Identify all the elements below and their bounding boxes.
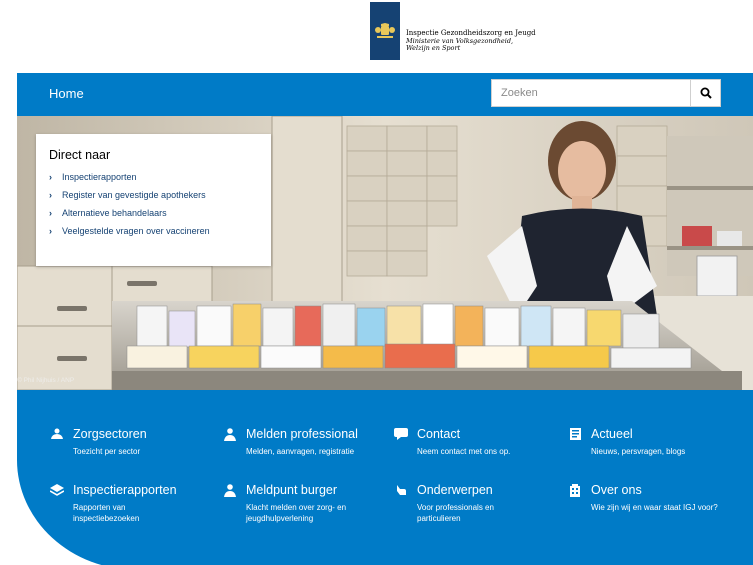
direct-naar-panel: Direct naar › Inspectierapporten › Regis… [36, 134, 271, 266]
tile-title: Zorgsectoren [73, 427, 147, 441]
layers-icon [49, 482, 65, 498]
direct-naar-list: › Inspectierapporten › Register van geve… [49, 172, 258, 236]
direct-link-veelgestelde-vragen[interactable]: › Veelgestelde vragen over vaccineren [49, 226, 258, 236]
tile-subtitle: Toezicht per sector [73, 447, 141, 456]
person-icon [222, 482, 238, 498]
hero-image: Direct naar › Inspectierapporten › Regis… [17, 116, 753, 390]
tile-over-ons[interactable]: Over ons Wie zijn wij en waar staat IGJ … [567, 482, 721, 514]
direct-link-label: Veelgestelde vragen over vaccineren [62, 226, 210, 236]
tile-title: Inspectierapporten [73, 483, 177, 497]
direct-link-register-apothekers[interactable]: › Register van gevestigde apothekers [49, 190, 258, 200]
tile-title: Over ons [591, 483, 642, 497]
tile-subtitle: Rapporten van inspectiebezoeken [73, 503, 140, 523]
person-icon [222, 426, 238, 442]
chevron-right-icon: › [49, 226, 52, 236]
newspaper-icon [567, 426, 583, 442]
site-logo[interactable]: Inspectie Gezondheidszorg en Jeugd Minis… [370, 2, 536, 60]
tile-inspectierapporten[interactable]: Inspectierapporten Rapporten van inspect… [49, 482, 183, 525]
tile-subtitle: Neem contact met ons op. [417, 447, 511, 456]
tile-subtitle: Wie zijn wij en waar staat IGJ voor? [591, 503, 718, 512]
tile-actueel[interactable]: Actueel Nieuws, persvragen, blogs [567, 426, 685, 458]
handshake-icon [49, 426, 65, 442]
search-icon [700, 87, 712, 99]
search-button[interactable] [690, 80, 720, 106]
direct-link-label: Inspectierapporten [62, 172, 137, 182]
coat-of-arms-icon [375, 23, 395, 38]
chevron-right-icon: › [49, 172, 52, 182]
tile-title: Melden professional [246, 427, 358, 441]
direct-link-alternatieve-behandelaars[interactable]: › Alternatieve behandelaars [49, 208, 258, 218]
tile-subtitle: Nieuws, persvragen, blogs [591, 447, 686, 456]
tile-title: Contact [417, 427, 461, 441]
chevron-right-icon: › [49, 190, 52, 200]
direct-link-label: Alternatieve behandelaars [62, 208, 167, 218]
tile-zorgsectoren[interactable]: Zorgsectoren Toezicht per sector [49, 426, 147, 458]
logo-emblem [370, 2, 400, 60]
tile-onderwerpen[interactable]: Onderwerpen Voor professionals en partic… [393, 482, 532, 525]
direct-link-label: Register van gevestigde apothekers [62, 190, 206, 200]
tile-subtitle: Melden, aanvragen, registratie [246, 447, 355, 456]
direct-naar-title: Direct naar [49, 148, 111, 162]
tile-contact[interactable]: Contact Neem contact met ons op. [393, 426, 510, 458]
nav-home-link[interactable]: Home [49, 86, 84, 101]
building-icon [567, 482, 583, 498]
chevron-right-icon: › [49, 208, 52, 218]
quick-links-panel: Zorgsectoren Toezicht per sector Melden … [17, 390, 753, 565]
tile-title: Actueel [591, 427, 633, 441]
search-input[interactable] [492, 80, 690, 106]
main-navbar: Home [17, 73, 753, 116]
tile-title: Onderwerpen [417, 483, 493, 497]
pointing-hand-icon [393, 482, 409, 498]
tile-meldpunt-burger[interactable]: Meldpunt burger Klacht melden over zorg-… [222, 482, 376, 525]
tile-title: Meldpunt burger [246, 483, 338, 497]
speech-bubble-icon [393, 426, 409, 442]
ministry-line-2: Welzijn en Sport [406, 43, 461, 52]
tile-subtitle: Klacht melden over zorg- en jeugdhulpver… [246, 503, 347, 523]
logo-text: Inspectie Gezondheidszorg en Jeugd Minis… [406, 29, 536, 52]
tile-subtitle: Voor professionals en particulieren [417, 503, 494, 523]
tile-melden-professional[interactable]: Melden professional Melden, aanvragen, r… [222, 426, 358, 458]
photo-credit: © Phil Nijhuis / ANP [17, 377, 75, 384]
direct-link-inspectierapporten[interactable]: › Inspectierapporten [49, 172, 258, 182]
search-box [491, 79, 721, 107]
